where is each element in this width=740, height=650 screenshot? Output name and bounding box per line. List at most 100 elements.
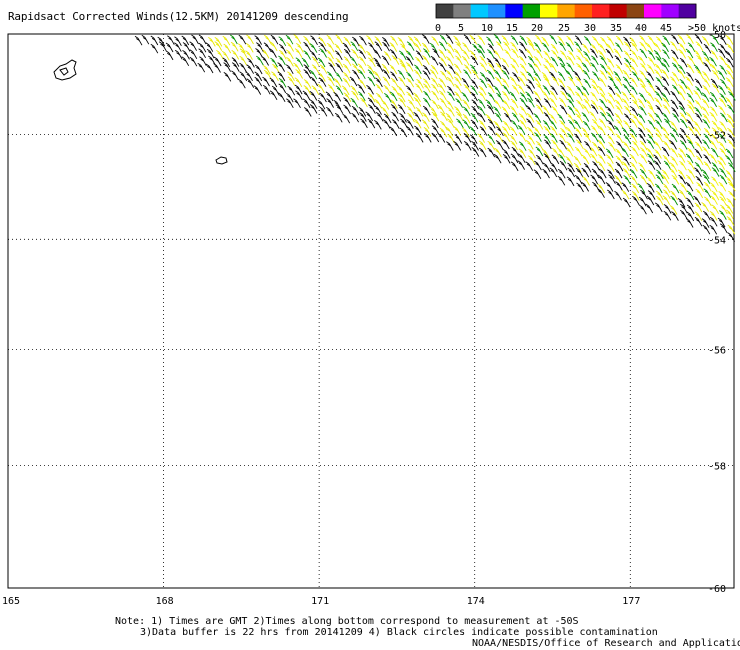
wind-barb [543, 64, 551, 74]
wind-barb [277, 62, 285, 72]
wind-barb [472, 43, 480, 54]
wind-barb [262, 76, 270, 87]
wind-barb [311, 56, 320, 67]
wind-barb [527, 97, 535, 108]
wind-barb [246, 78, 255, 88]
wind-barb [510, 63, 519, 74]
wind-barb [269, 90, 278, 101]
wind-barb [277, 92, 286, 103]
wind-barb [567, 50, 576, 60]
wind-barb [510, 161, 519, 172]
wind-map: 0 5 10 15 20 25 30 35 40 45 >50 knots 165 168 171 174… [2, 3, 740, 607]
wind-barb [455, 41, 463, 52]
wind-barb [453, 48, 462, 59]
wind-barb [542, 42, 550, 53]
wind-barb [615, 181, 623, 191]
wind-barb [422, 34, 430, 44]
wind-barb [608, 174, 616, 184]
note-line-2: 3)Data buffer is 22 hrs from 20141209 4)… [140, 627, 658, 638]
longitude-label: 165 [2, 596, 20, 607]
wind-barb [549, 97, 558, 108]
legend-swatch [505, 4, 524, 18]
wind-barb [253, 85, 262, 95]
wind-barb [662, 85, 671, 96]
wind-barb [501, 106, 510, 116]
wind-barb [718, 181, 727, 192]
wind-barb [335, 85, 344, 96]
legend-swatch [540, 4, 558, 18]
wind-barb [431, 99, 439, 110]
wind-barb [239, 62, 247, 73]
wind-barb [605, 182, 614, 192]
wind-barb [646, 176, 655, 187]
wind-barb [669, 162, 678, 172]
wind-barb [254, 35, 262, 45]
wind-barb [615, 64, 624, 74]
wind-barb [368, 42, 376, 53]
wind-barb [717, 48, 726, 59]
wind-barb [559, 50, 568, 60]
wind-barb [342, 71, 351, 82]
wind-barb [368, 57, 376, 67]
wind-barb [551, 106, 560, 116]
legend-swatch [678, 4, 697, 18]
legend-swatch [470, 4, 489, 18]
wind-barb [557, 175, 566, 186]
wind-barb [638, 77, 646, 88]
wind-barb [510, 153, 519, 164]
wind-barb [679, 182, 688, 193]
wind-barb [662, 195, 671, 205]
wind-barb [245, 71, 253, 82]
wind-barb [286, 57, 294, 67]
longitude-label: 174 [467, 596, 485, 607]
wind-barb [263, 42, 272, 52]
wind-barb [469, 126, 477, 136]
wind-barb [614, 76, 623, 87]
wind-barb [477, 133, 485, 143]
wind-barb [647, 35, 656, 46]
wind-barb [374, 120, 382, 130]
wind-barb [360, 118, 368, 129]
wind-barb [637, 55, 646, 66]
wind-barb [511, 84, 520, 95]
wind-barb [421, 119, 430, 129]
wind-barb [311, 85, 320, 95]
wind-barb [535, 48, 543, 59]
wind-barb [719, 210, 727, 220]
legend-label: 45 [660, 23, 672, 34]
wind-barb [685, 48, 694, 59]
wind-barb [687, 104, 695, 114]
wind-barb [630, 41, 639, 52]
wind-barb [574, 174, 583, 185]
wind-barb [381, 55, 390, 66]
wind-barb [693, 120, 702, 131]
wind-barb [599, 55, 607, 66]
wind-barb [662, 35, 670, 46]
wind-barb [694, 202, 703, 213]
wind-barb [654, 63, 663, 74]
wind-barb [631, 146, 639, 157]
wind-barb [720, 204, 728, 215]
wind-barb [575, 139, 584, 149]
wind-barb [382, 41, 390, 52]
wind-barb [446, 100, 454, 110]
wind-barb [456, 118, 464, 129]
wind-barb [446, 141, 454, 151]
wind-barb [478, 85, 487, 96]
wind-barb [534, 97, 543, 108]
wind-barb [598, 125, 606, 136]
wind-barb [494, 112, 503, 123]
wind-barb [679, 160, 687, 171]
wind-barb [326, 49, 334, 60]
wind-barb [566, 62, 574, 73]
wind-barb [504, 49, 512, 59]
wind-barb [581, 85, 590, 96]
wind-barb [542, 168, 550, 179]
wind-barb [621, 127, 630, 138]
wind-barb [389, 64, 398, 75]
wind-barb [527, 62, 536, 73]
wind-barb [310, 35, 318, 46]
wind-barb [703, 161, 712, 171]
wind-barb [725, 170, 734, 180]
wind-barb [629, 85, 638, 95]
